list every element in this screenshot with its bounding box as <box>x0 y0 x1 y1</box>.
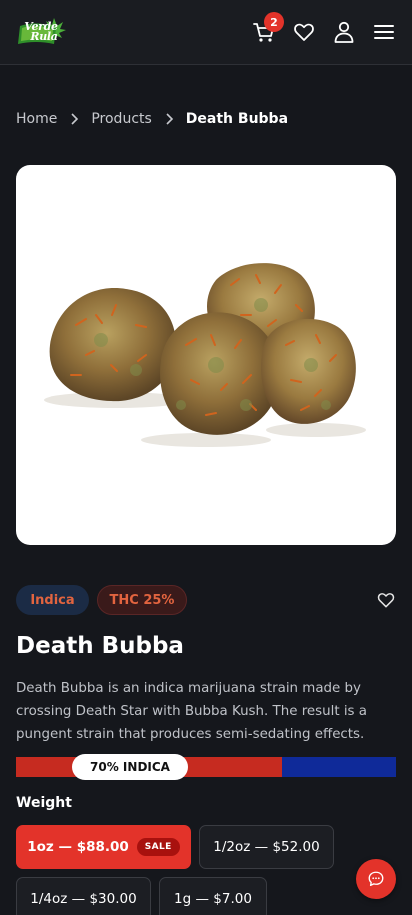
chat-button[interactable] <box>356 859 396 899</box>
weight-option-1oz[interactable]: 1oz — $88.00 SALE <box>16 825 191 869</box>
weight-option-1g[interactable]: 1g — $7.00 <box>159 877 267 915</box>
menu-icon <box>374 25 394 39</box>
menu-button[interactable] <box>372 18 396 46</box>
strain-type-tag: Indica <box>16 585 89 615</box>
chat-icon <box>368 871 384 887</box>
heart-icon <box>294 23 314 41</box>
thc-tag: THC 25% <box>97 585 187 615</box>
weight-option-label: 1oz — $88.00 <box>27 839 129 855</box>
weight-option-label: 1/4oz — $30.00 <box>30 891 137 907</box>
breadcrumb: Home Products Death Bubba <box>16 110 288 128</box>
weight-option-label: 1g — $7.00 <box>174 891 252 907</box>
logo-text-line2: Rula <box>30 30 58 43</box>
user-icon <box>334 21 354 43</box>
product-title: Death Bubba <box>16 633 184 659</box>
strain-ratio-label: 70% INDICA <box>72 754 188 780</box>
product-description: Death Bubba is an indica marijuana strai… <box>16 681 367 742</box>
cart-count-badge: 2 <box>264 12 284 32</box>
heart-icon <box>377 593 395 608</box>
chevron-right-icon <box>71 113 79 125</box>
logo-text: Verde Rula <box>16 21 66 43</box>
weight-option-quarter-oz[interactable]: 1/4oz — $30.00 <box>16 877 151 915</box>
brand-logo[interactable]: Verde Rula <box>16 16 66 48</box>
wishlist-button[interactable] <box>292 18 316 46</box>
sale-badge: SALE <box>136 838 180 856</box>
breadcrumb-current: Death Bubba <box>185 111 289 127</box>
chevron-right-icon <box>166 113 173 125</box>
account-button[interactable] <box>332 18 356 46</box>
cannabis-buds-image <box>44 263 366 447</box>
breadcrumb-home[interactable]: Home <box>16 111 57 127</box>
product-wishlist-button[interactable] <box>376 590 396 610</box>
weight-option-label: 1/2oz — $52.00 <box>213 839 320 855</box>
product-image <box>16 165 396 545</box>
weight-label: Weight <box>16 795 72 811</box>
breadcrumb-products[interactable]: Products <box>91 111 151 127</box>
weight-option-half-oz[interactable]: 1/2oz — $52.00 <box>199 825 334 869</box>
top-header: Verde Rula 2 <box>0 0 412 65</box>
